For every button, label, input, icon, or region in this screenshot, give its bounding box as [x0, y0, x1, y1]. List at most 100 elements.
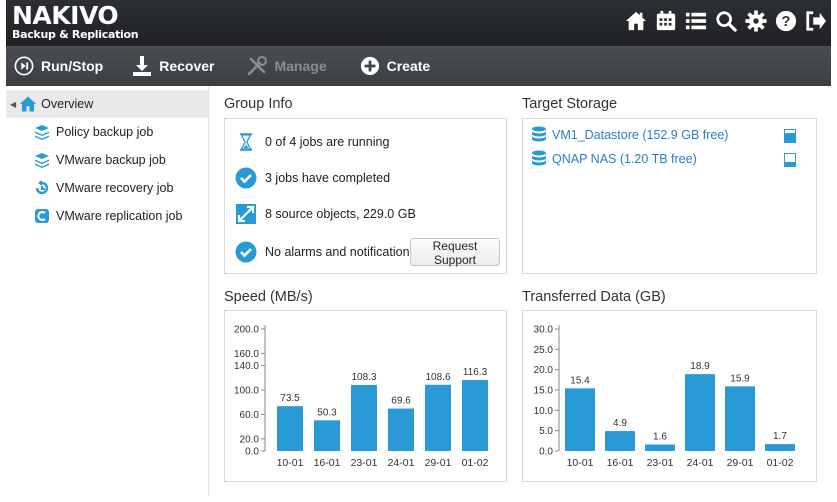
- group-info-text: No alarms and notifications: [265, 245, 416, 259]
- datastore-icon: [532, 126, 546, 142]
- y-tick-label: 0.0: [539, 447, 553, 458]
- bar: [725, 386, 755, 451]
- run-stop-icon: [13, 55, 35, 77]
- bar: [645, 444, 675, 451]
- bar-value-label: 108.6: [425, 372, 450, 383]
- bar-value-label: 4.9: [613, 418, 627, 429]
- bar-value-label: 1.6: [653, 431, 667, 442]
- create-label: Create: [386, 58, 431, 74]
- y-tick-label: 100.0: [234, 386, 259, 397]
- target-storage-panel: VM1_Datastore (152.9 GB free) QNAP NAS (…: [522, 118, 817, 274]
- y-tick-label: 160.0: [234, 349, 259, 360]
- storage-usage-fill: [785, 161, 795, 166]
- recover-button[interactable]: Recover: [131, 46, 214, 86]
- tools-icon: [246, 55, 268, 77]
- hourglass-icon: [235, 131, 257, 153]
- y-tick-label: 20.0: [240, 434, 260, 445]
- request-support-button[interactable]: Request Support: [410, 238, 500, 267]
- sidebar-item-label: VMware replication job: [56, 209, 183, 223]
- x-tick-label: 29-01: [425, 457, 452, 469]
- recover-icon: [131, 55, 153, 77]
- storage-usage-fill: [785, 133, 795, 142]
- group-info-row: No alarms and notifications: [235, 241, 416, 263]
- list-icon[interactable]: [685, 8, 707, 34]
- gear-icon[interactable]: [745, 8, 767, 34]
- y-tick-label: 15.0: [534, 386, 554, 397]
- recovery-job-icon: [35, 180, 49, 195]
- group-info-panel: 0 of 4 jobs are running 3 jobs have comp…: [224, 118, 507, 274]
- speed-chart: 0.0 20.0 60.0 100.0 140.0160.0 200.0 73.5 10-01…: [234, 325, 489, 470]
- home-icon: [19, 96, 37, 112]
- x-tick-label: 23-01: [351, 457, 378, 469]
- bar-value-label: 73.5: [280, 393, 300, 404]
- x-tick-label: 01-02: [462, 457, 489, 469]
- sidebar-item-label: Policy backup job: [56, 125, 154, 139]
- bar-value-label: 18.9: [690, 361, 710, 372]
- x-tick-label: 29-01: [727, 457, 754, 469]
- datastore-icon: [532, 150, 546, 166]
- help-icon[interactable]: ?: [775, 8, 797, 34]
- sidebar-item-policy-backup-job[interactable]: Policy backup job: [6, 118, 208, 146]
- sidebar-item-vmware-recovery-job[interactable]: VMware recovery job: [6, 174, 208, 202]
- y-tick-label: 60.0: [240, 410, 260, 421]
- speed-chart-title: Speed (MB/s): [224, 289, 313, 305]
- sidebar-item-label: VMware backup job: [56, 153, 166, 167]
- transferred-chart-title: Transferred Data (GB): [522, 289, 666, 305]
- x-tick-label: 10-01: [567, 457, 594, 469]
- bar: [685, 374, 715, 451]
- bar: [351, 384, 377, 451]
- search-icon[interactable]: [715, 8, 737, 34]
- target-storage-title: Target Storage: [522, 96, 618, 112]
- x-tick-label: 23-01: [647, 457, 674, 469]
- app-header: NAKIVO Backup & Replication ?: [6, 0, 831, 46]
- group-info-text: 3 jobs have completed: [265, 171, 391, 185]
- home-icon[interactable]: [625, 8, 647, 34]
- plus-circle-icon: [359, 55, 381, 77]
- storage-item-vm1-datastore[interactable]: VM1_Datastore (152.9 GB free): [531, 126, 728, 144]
- brand-name: NAKIVO: [12, 1, 119, 30]
- x-tick-label: 16-01: [607, 457, 634, 469]
- check-icon: [235, 241, 257, 263]
- x-tick-label: 16-01: [314, 457, 341, 469]
- y-tick-label: 25.0: [534, 345, 554, 356]
- sidebar-item-overview[interactable]: ◀ Overview: [6, 90, 208, 118]
- x-tick-label: 24-01: [388, 457, 415, 469]
- x-tick-label: 24-01: [687, 457, 714, 469]
- calendar-icon[interactable]: [655, 8, 677, 34]
- sidebar-item-vmware-replication-job[interactable]: VMware replication job: [6, 202, 208, 230]
- bar: [765, 444, 795, 451]
- bar: [462, 380, 488, 451]
- storage-item-qnap-nas[interactable]: QNAP NAS (1.20 TB free): [531, 150, 697, 168]
- y-tick-label: 5.0: [539, 426, 553, 437]
- manage-label: Manage: [274, 58, 327, 74]
- brand-logo: NAKIVO Backup & Replication: [12, 1, 139, 41]
- bar-value-label: 69.6: [391, 396, 411, 407]
- create-button[interactable]: Create: [359, 46, 431, 86]
- storage-usage-bar: [784, 129, 796, 143]
- collapse-arrow-icon[interactable]: ◀: [10, 100, 16, 109]
- y-tick-label: 30.0: [534, 325, 554, 336]
- backup-job-icon: [35, 125, 49, 140]
- manage-button[interactable]: Manage: [246, 46, 327, 86]
- group-info-row: 0 of 4 jobs are running: [235, 131, 389, 153]
- objects-icon: [235, 203, 257, 225]
- storage-item-label: VM1_Datastore (152.9 GB free): [552, 128, 729, 142]
- backup-job-icon: [35, 153, 49, 168]
- y-tick-label: 200.0: [234, 325, 259, 336]
- bar-value-label: 15.4: [570, 375, 590, 386]
- run-stop-button[interactable]: Run/Stop: [13, 46, 103, 86]
- bar-value-label: 116.3: [463, 367, 488, 378]
- toolbar: Run/Stop Recover Manage Create: [6, 46, 831, 86]
- bar-value-label: 15.9: [730, 373, 750, 384]
- sidebar-item-vmware-backup-job[interactable]: VMware backup job: [6, 146, 208, 174]
- header-icons: ?: [625, 8, 827, 34]
- group-info-row: 8 source objects, 229.0 GB: [235, 203, 416, 225]
- y-tick-label: 140.0: [234, 361, 259, 372]
- logout-icon[interactable]: [805, 8, 827, 34]
- svg-text:?: ?: [782, 14, 791, 30]
- speed-chart-panel: 0.0 20.0 60.0 100.0 140.0 160.0 200.0 73.5 10-01…: [224, 310, 507, 482]
- run-stop-label: Run/Stop: [41, 58, 104, 74]
- group-info-title: Group Info: [224, 96, 293, 112]
- y-tick-label: 10.0: [534, 406, 554, 417]
- sidebar: ◀ Overview Policy backup job VMware back…: [6, 86, 209, 496]
